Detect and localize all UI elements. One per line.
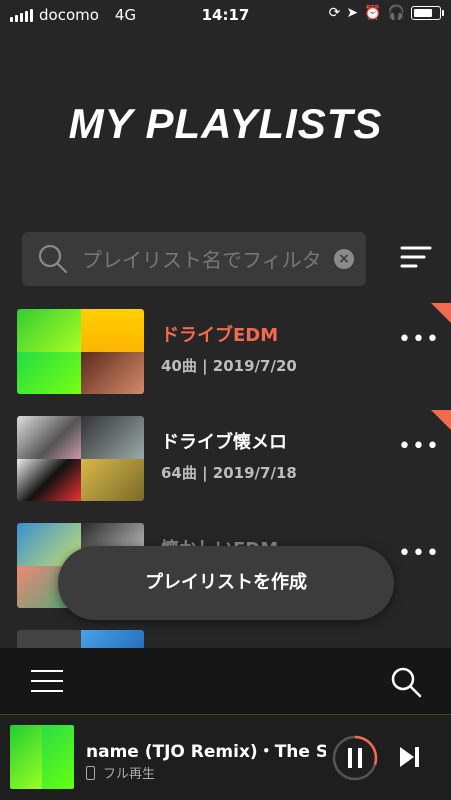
playlist-artwork: [17, 416, 144, 501]
sort-icon[interactable]: [400, 244, 432, 274]
create-playlist-button[interactable]: プレイリストを作成: [58, 546, 394, 620]
status-bar: docomo 4G 14:17 ⟳ ➤ ⏰ 🎧: [0, 0, 451, 32]
battery-icon: [411, 6, 444, 20]
playback-mode: フル再生: [86, 763, 155, 782]
rotation-lock-icon: ⟳: [328, 5, 341, 21]
clear-icon[interactable]: ×: [334, 249, 354, 269]
search-icon[interactable]: [390, 666, 422, 698]
playlist-name: ドライブ懐メロ: [161, 432, 287, 453]
search-input[interactable]: [80, 246, 324, 274]
phone-icon: [86, 765, 95, 780]
new-badge-icon: [431, 410, 451, 430]
track-title: name (TJO Remix)・The Sp: [86, 742, 326, 762]
pause-button[interactable]: [332, 735, 378, 781]
playlist-name: ドライブEDM: [161, 325, 279, 346]
playlist-row[interactable]: ドライブ懐メロ 64曲 | 2019/7/18 •••: [0, 410, 451, 510]
playlist-row[interactable]: [0, 624, 451, 648]
next-track-icon[interactable]: [398, 745, 422, 769]
status-right: ⟳ ➤ ⏰ 🎧: [328, 5, 444, 21]
new-badge-icon: [431, 303, 451, 323]
location-icon: ➤: [346, 5, 359, 21]
alarm-icon: ⏰: [364, 5, 382, 21]
headphones-icon: 🎧: [387, 5, 405, 21]
mini-player[interactable]: name (TJO Remix)・The Sp フル再生: [0, 715, 451, 800]
search-bar[interactable]: ×: [22, 232, 366, 286]
more-options-icon[interactable]: •••: [398, 329, 440, 351]
more-options-icon[interactable]: •••: [398, 436, 440, 458]
now-playing-artwork: [10, 725, 74, 789]
playlist-meta: 64曲 | 2019/7/18: [161, 464, 297, 482]
playback-mode-label: フル再生: [103, 767, 156, 782]
playlist-row[interactable]: ドライブEDM 40曲 | 2019/7/20 •••: [0, 303, 451, 403]
playlist-artwork: [17, 309, 144, 394]
more-options-icon[interactable]: •••: [398, 543, 440, 565]
bottom-nav: [0, 648, 451, 715]
page-title: MY PLAYLISTS: [68, 100, 383, 147]
menu-icon[interactable]: [30, 668, 64, 694]
playlist-meta: 40曲 | 2019/7/20: [161, 357, 297, 375]
search-icon: [38, 244, 68, 274]
playlist-artwork: [17, 630, 144, 648]
